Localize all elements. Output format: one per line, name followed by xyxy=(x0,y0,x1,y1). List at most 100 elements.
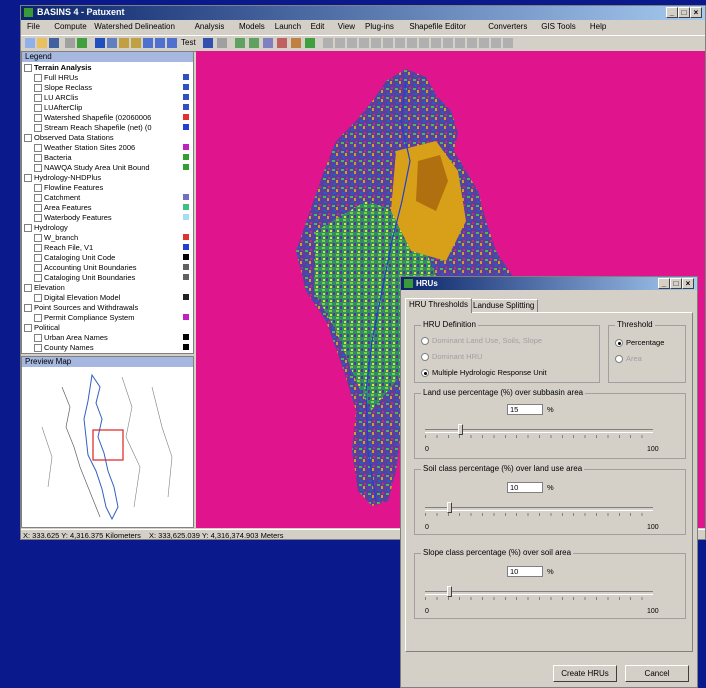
checkbox-icon[interactable] xyxy=(24,324,32,332)
legend-group[interactable]: Point Sources and Withdrawals xyxy=(22,303,193,312)
menu-view[interactable]: View xyxy=(338,22,355,31)
close-icon[interactable]: × xyxy=(690,7,702,18)
checkbox-icon[interactable] xyxy=(34,94,42,102)
slider-thumb[interactable] xyxy=(447,502,453,513)
checkbox-icon[interactable] xyxy=(34,264,42,272)
land-use-input[interactable]: 15 xyxy=(507,404,543,415)
legend-layer[interactable]: NAWQA Study Area Unit Bound xyxy=(22,163,193,172)
copy-icon[interactable] xyxy=(383,38,393,48)
paste-icon[interactable] xyxy=(395,38,405,48)
save-icon[interactable] xyxy=(49,38,59,48)
radio-multiple-hru[interactable]: Multiple Hydrologic Response Unit xyxy=(421,368,547,378)
add-layer-icon[interactable] xyxy=(77,38,87,48)
dialog-minimize-icon[interactable]: _ xyxy=(658,278,670,289)
legend-layer[interactable]: Bacteria xyxy=(22,153,193,162)
symbol-icon[interactable] xyxy=(277,38,287,48)
radio-percentage[interactable]: Percentage xyxy=(615,338,664,348)
checkbox-icon[interactable] xyxy=(24,174,32,182)
slider-thumb[interactable] xyxy=(447,586,453,597)
checkbox-icon[interactable] xyxy=(34,194,42,202)
checkbox-icon[interactable] xyxy=(34,334,42,342)
slider-thumb[interactable] xyxy=(458,424,464,435)
select-icon[interactable] xyxy=(107,38,117,48)
query-icon[interactable] xyxy=(119,38,129,48)
legend-layer[interactable]: LUAfterClip xyxy=(22,103,193,112)
checkbox-icon[interactable] xyxy=(34,154,42,162)
minimize-icon[interactable]: _ xyxy=(666,7,678,18)
legend-layer[interactable]: Urban Area Names xyxy=(22,333,193,342)
scale-icon[interactable] xyxy=(443,38,453,48)
land-use-slider[interactable] xyxy=(425,424,653,438)
legend-group[interactable]: Hydrology-NHDPlus xyxy=(22,173,193,182)
measure-icon[interactable] xyxy=(217,38,227,48)
info-icon[interactable] xyxy=(203,38,213,48)
dialog-close-icon[interactable]: × xyxy=(682,278,694,289)
menu-edit[interactable]: Edit xyxy=(311,22,325,31)
polygon-icon[interactable] xyxy=(479,38,489,48)
zoom-out-icon[interactable] xyxy=(167,38,177,48)
checkbox-icon[interactable] xyxy=(34,214,42,222)
zoom-icon[interactable] xyxy=(95,38,105,48)
legend-group[interactable]: Hydrology xyxy=(22,223,193,232)
print-icon[interactable] xyxy=(65,38,75,48)
checkbox-icon[interactable] xyxy=(34,314,42,322)
soil-class-input[interactable]: 10 xyxy=(507,482,543,493)
snap-icon[interactable] xyxy=(407,38,417,48)
legend-layer[interactable]: County Names xyxy=(22,343,193,352)
maximize-icon[interactable]: □ xyxy=(678,7,690,18)
checkbox-icon[interactable] xyxy=(34,184,42,192)
checkbox-icon[interactable] xyxy=(34,294,42,302)
pan-icon[interactable] xyxy=(143,38,153,48)
checkbox-icon[interactable] xyxy=(34,244,42,252)
dropdown-icon[interactable] xyxy=(503,38,513,48)
zoom-in-icon[interactable] xyxy=(155,38,165,48)
checkbox-icon[interactable] xyxy=(34,84,42,92)
legend-layer[interactable]: Slope Reclass xyxy=(22,83,193,92)
slope-class-slider[interactable] xyxy=(425,586,653,600)
table-icon[interactable] xyxy=(235,38,245,48)
preview-map[interactable] xyxy=(22,367,193,527)
test-button[interactable]: Test xyxy=(181,38,196,47)
legend-layer[interactable]: Reach File, V1 xyxy=(22,243,193,252)
legend-layer[interactable]: Cataloging Unit Boundaries xyxy=(22,273,193,282)
checkbox-icon[interactable] xyxy=(24,304,32,312)
legend-layer[interactable]: Digital Elevation Model xyxy=(22,293,193,302)
menu-analysis[interactable]: Analysis xyxy=(195,22,225,31)
legend-layer[interactable]: Accounting Unit Boundaries xyxy=(22,263,193,272)
new-icon[interactable] xyxy=(25,38,35,48)
legend-layer[interactable]: LU ARClis xyxy=(22,93,193,102)
checkbox-icon[interactable] xyxy=(34,254,42,262)
create-hrus-button[interactable]: Create HRUs xyxy=(553,665,617,682)
split-icon[interactable] xyxy=(347,38,357,48)
menu-file[interactable]: File xyxy=(27,22,40,31)
legend-layer[interactable]: Flowline Features xyxy=(22,183,193,192)
vertex-icon[interactable] xyxy=(335,38,345,48)
legend-layer[interactable]: Catchment xyxy=(22,193,193,202)
checkbox-icon[interactable] xyxy=(34,144,42,152)
legend-layer[interactable]: Stream Reach Shapefile (net) (0 xyxy=(22,123,193,132)
erase-icon[interactable] xyxy=(371,38,381,48)
menu-watershed-delineation[interactable]: Watershed Delineation xyxy=(94,22,175,31)
checkbox-icon[interactable] xyxy=(34,114,42,122)
checkbox-icon[interactable] xyxy=(34,124,42,132)
legend-layer[interactable]: Full HRUs xyxy=(22,73,193,82)
tab-hru-thresholds[interactable]: HRU Thresholds xyxy=(405,298,472,313)
checkbox-icon[interactable] xyxy=(34,164,42,172)
checkbox-icon[interactable] xyxy=(24,284,32,292)
edit-icon[interactable] xyxy=(323,38,333,48)
soil-class-slider[interactable] xyxy=(425,502,653,516)
open-icon[interactable] xyxy=(37,38,47,48)
checkbox-icon[interactable] xyxy=(34,274,42,282)
label-icon[interactable] xyxy=(291,38,301,48)
legend-layer[interactable]: Watershed Shapefile (02060006 xyxy=(22,113,193,122)
legend-layer[interactable]: Cataloging Unit Code xyxy=(22,253,193,262)
checkbox-icon[interactable] xyxy=(34,204,42,212)
radio-area[interactable]: Area xyxy=(615,354,642,364)
legend-layer[interactable]: Area Features xyxy=(22,203,193,212)
radio-dominant-luss[interactable]: Dominant Land Use, Soils, Slope xyxy=(421,336,542,346)
legend-group[interactable]: Elevation xyxy=(22,283,193,292)
legend-group[interactable]: Observed Data Stations xyxy=(22,133,193,142)
legend-layer[interactable]: Weather Station Sites 2006 xyxy=(22,143,193,152)
menu-plug-ins[interactable]: Plug-ins xyxy=(365,22,394,31)
checkbox-icon[interactable] xyxy=(34,234,42,242)
